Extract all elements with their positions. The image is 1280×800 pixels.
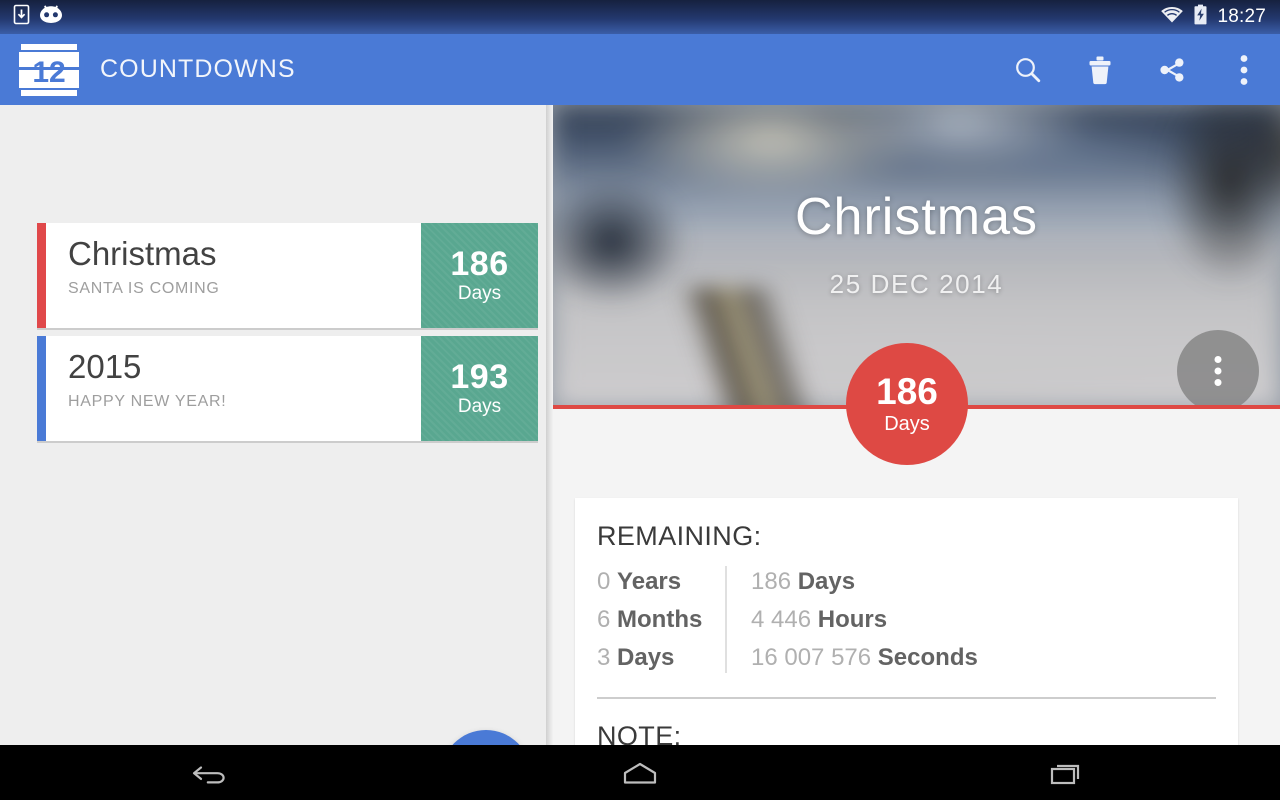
remaining-column-left: 0 Years 6 Months 3 Days bbox=[597, 566, 725, 673]
remaining-value: 186 bbox=[751, 568, 792, 595]
list-item-text: 2015 HAPPY NEW YEAR! bbox=[46, 336, 421, 441]
list-item-days-number: 193 bbox=[450, 358, 509, 396]
remaining-unit: Days bbox=[797, 568, 856, 595]
search-icon[interactable] bbox=[992, 34, 1064, 105]
remaining-row: 16 007 576 Seconds bbox=[751, 642, 978, 673]
hero-title: Christmas bbox=[794, 188, 1039, 246]
nav-recents-button[interactable] bbox=[853, 758, 1280, 788]
nav-home-button[interactable] bbox=[427, 758, 854, 788]
remaining-unit: Hours bbox=[817, 606, 888, 633]
android-screen: 18:27 12 COUNTDOWNS Christmas SANTA IS C… bbox=[0, 0, 1280, 800]
battery-charging-icon bbox=[1193, 4, 1208, 30]
overflow-menu-icon[interactable] bbox=[1208, 34, 1280, 105]
list-item-accent-bar bbox=[37, 223, 46, 328]
pane-divider bbox=[546, 105, 553, 745]
list-item-subtitle: HAPPY NEW YEAR! bbox=[68, 393, 227, 410]
list-item-days-unit: Days bbox=[457, 283, 502, 304]
delete-icon[interactable] bbox=[1064, 34, 1136, 105]
details-card: REMAINING: 0 Years 6 Months 3 Days 186 D… bbox=[575, 498, 1238, 745]
hero-overflow-menu-icon[interactable] bbox=[1177, 330, 1259, 409]
list-item-title: Christmas bbox=[68, 235, 217, 272]
sd-card-download-icon bbox=[13, 4, 30, 30]
share-icon[interactable] bbox=[1136, 34, 1208, 105]
remaining-value: 3 bbox=[597, 644, 611, 671]
app-bar: 12 COUNTDOWNS bbox=[0, 34, 1280, 105]
list-item-days-badge: 186 Days bbox=[421, 223, 538, 328]
cyanogenmod-icon bbox=[39, 5, 63, 29]
remaining-row: 3 Days bbox=[597, 642, 725, 673]
remaining-row: 186 Days bbox=[751, 566, 978, 597]
list-item-days-unit: Days bbox=[457, 396, 502, 417]
countdown-detail-pane: Christmas 25 DEC 2014 186 Days REMAINING… bbox=[553, 105, 1280, 745]
calendar-12-icon: 12 bbox=[17, 42, 81, 98]
page-title: COUNTDOWNS bbox=[100, 55, 296, 83]
wifi-icon bbox=[1160, 6, 1184, 29]
days-remaining-number: 186 bbox=[876, 370, 938, 412]
list-item-days-badge: 193 Days bbox=[421, 336, 538, 441]
nav-back-button[interactable] bbox=[0, 758, 427, 788]
back-arrow-icon bbox=[193, 765, 226, 783]
remaining-unit: Months bbox=[617, 606, 703, 633]
list-item[interactable]: 2015 HAPPY NEW YEAR! 193 Days bbox=[37, 336, 538, 441]
list-item-accent-bar bbox=[37, 336, 46, 441]
recents-icon bbox=[1050, 764, 1079, 784]
app-bar-actions bbox=[992, 34, 1280, 105]
list-item-days-number: 186 bbox=[450, 245, 509, 283]
hero-date: 25 DEC 2014 bbox=[829, 269, 1004, 299]
remaining-heading: REMAINING: bbox=[597, 521, 762, 551]
days-remaining-unit: Days bbox=[884, 412, 930, 435]
status-bar-left-icons bbox=[0, 4, 63, 30]
status-bar-clock: 18:27 bbox=[1217, 6, 1266, 27]
countdown-list-pane: Christmas SANTA IS COMING 186 Days 2015 … bbox=[0, 105, 546, 800]
days-remaining-circle: 186 Days bbox=[846, 343, 968, 465]
list-item-text: Christmas SANTA IS COMING bbox=[46, 223, 421, 328]
remaining-value: 4 446 bbox=[751, 606, 812, 633]
status-bar-right-icons: 18:27 bbox=[1160, 4, 1280, 30]
remaining-row: 6 Months bbox=[597, 604, 725, 635]
status-bar: 18:27 bbox=[0, 0, 1280, 34]
remaining-value: 0 bbox=[597, 568, 611, 595]
remaining-row: 4 446 Hours bbox=[751, 604, 978, 635]
android-nav-bar bbox=[0, 745, 1280, 800]
remaining-value: 16 007 576 bbox=[751, 644, 872, 671]
note-heading: NOTE: bbox=[597, 721, 682, 745]
remaining-unit: Days bbox=[617, 644, 675, 671]
remaining-row: 0 Years bbox=[597, 566, 725, 597]
svg-text:12: 12 bbox=[32, 56, 65, 89]
remaining-unit: Seconds bbox=[877, 644, 978, 671]
list-item[interactable]: Christmas SANTA IS COMING 186 Days bbox=[37, 223, 538, 328]
remaining-value: 6 bbox=[597, 606, 611, 633]
list-item-subtitle: SANTA IS COMING bbox=[68, 280, 220, 297]
remaining-grid: 0 Years 6 Months 3 Days 186 Days 4 446 H… bbox=[575, 552, 1238, 673]
home-icon bbox=[623, 762, 657, 784]
remaining-unit: Years bbox=[617, 568, 682, 595]
list-item-title: 2015 bbox=[68, 348, 142, 385]
remaining-column-right: 186 Days 4 446 Hours 16 007 576 Seconds bbox=[725, 566, 978, 673]
